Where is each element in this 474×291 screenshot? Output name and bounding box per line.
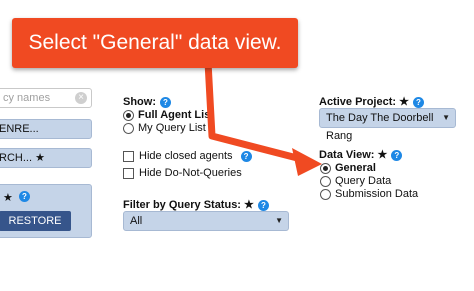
- instruction-callout-text: Select "General" data view.: [28, 31, 282, 54]
- arrow-head: [292, 148, 322, 176]
- instruction-callout: Select "General" data view.: [12, 18, 298, 68]
- arrow-shaft: [204, 61, 306, 164]
